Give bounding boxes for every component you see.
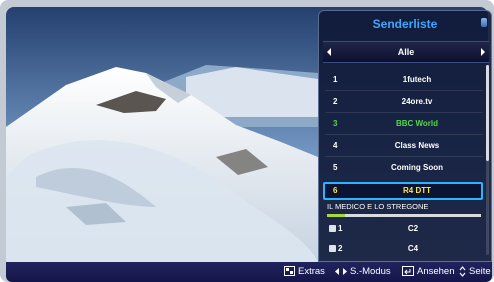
- channel-number: 1: [333, 75, 338, 84]
- page-hint[interactable]: Seite: [459, 262, 491, 282]
- tv-frame: Senderliste Alle 1 1futech 2 24ore.tv 3 …: [0, 0, 494, 282]
- channel-number: 2: [333, 97, 338, 106]
- channel-row[interactable]: 4 Class News: [323, 135, 483, 157]
- analog-icon: [329, 245, 336, 252]
- mode-hint[interactable]: S.-Modus: [335, 262, 391, 282]
- channel-name: C4: [407, 244, 419, 253]
- channel-name: Class News: [394, 141, 440, 150]
- program-title: IL MEDICO E LO STREGONE: [327, 202, 429, 211]
- channel-name: BBC World: [395, 119, 439, 128]
- analog-icon: [329, 225, 336, 232]
- channel-list-panel: Senderliste Alle 1 1futech 2 24ore.tv 3 …: [318, 10, 492, 262]
- mode-label: S.-Modus: [350, 266, 391, 277]
- page-label: Seite: [469, 266, 491, 277]
- filter-label: Alle: [397, 47, 415, 57]
- list-scrollbar[interactable]: [486, 65, 489, 255]
- analog-channel-row[interactable]: 1 C2: [327, 222, 479, 236]
- program-progress-fill: [327, 214, 346, 217]
- arrow-right-icon[interactable]: [481, 48, 485, 56]
- channel-number: 6: [333, 186, 338, 195]
- channel-number: 2: [338, 244, 343, 253]
- channel-row[interactable]: 2 24ore.tv: [323, 91, 483, 113]
- channel-name: C2: [407, 224, 419, 233]
- extras-label: Extras: [298, 266, 325, 277]
- selected-channel-row[interactable]: 6 R4 DTT: [323, 182, 483, 200]
- channel-number: 3: [333, 119, 338, 128]
- program-progress-bar: [327, 214, 481, 217]
- scrollbar-thumb[interactable]: [486, 65, 489, 161]
- channel-row[interactable]: 1 1futech: [323, 69, 483, 91]
- channel-name: Coming Soon: [391, 163, 443, 172]
- enter-icon: [402, 266, 414, 277]
- up-down-chevron-icon: [459, 266, 466, 277]
- channel-number: 5: [333, 163, 338, 172]
- channel-number: 4: [333, 141, 338, 150]
- channel-name: 1futech: [402, 75, 432, 84]
- channel-name: 24ore.tv: [401, 97, 433, 106]
- view-hint[interactable]: Ansehen: [402, 262, 455, 282]
- left-right-arrows-icon: [335, 267, 347, 275]
- extras-hint[interactable]: Extras: [284, 262, 325, 282]
- channel-name: R4 DTT: [403, 186, 431, 195]
- filter-selector[interactable]: Alle: [323, 41, 489, 63]
- tools-icon: [284, 266, 295, 277]
- channel-row[interactable]: 5 Coming Soon: [323, 157, 483, 179]
- panel-title: Senderliste: [372, 17, 438, 31]
- channel-number: 1: [338, 224, 343, 233]
- channel-row-active[interactable]: 3 BBC World: [323, 113, 483, 135]
- bottom-legend-bar: Extras S.-Modus Ansehen Seite: [6, 262, 492, 282]
- remote-icon: [481, 18, 487, 27]
- analog-channel-row[interactable]: 2 C4: [327, 242, 479, 256]
- view-label: Ansehen: [417, 266, 455, 277]
